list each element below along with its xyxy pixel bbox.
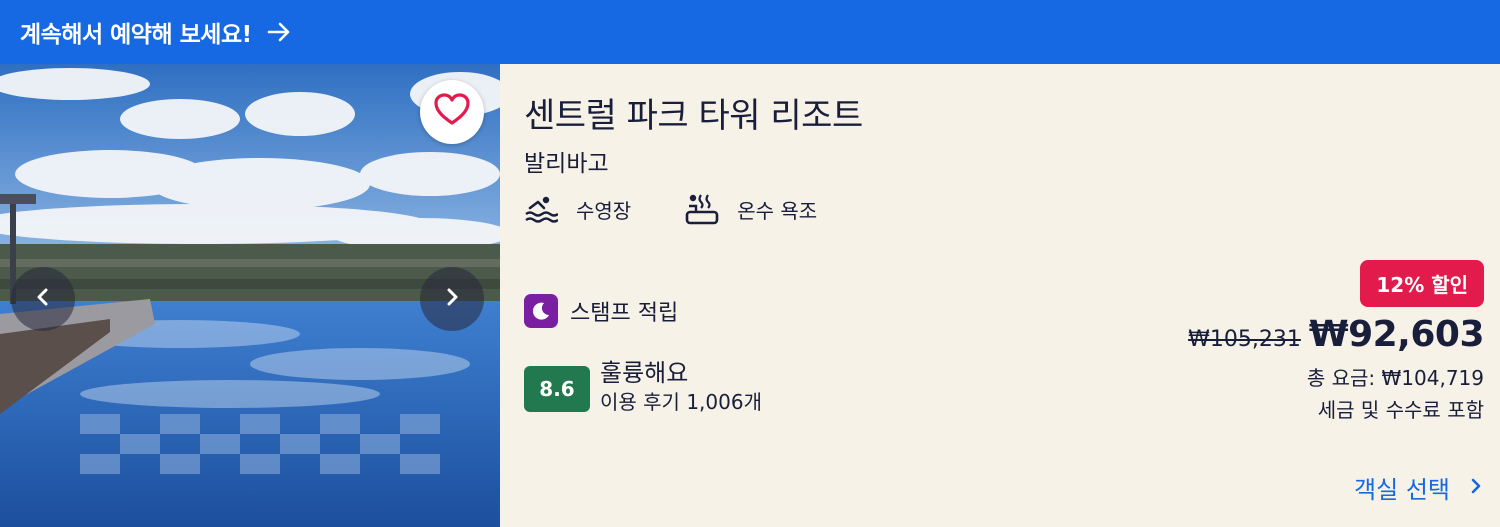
guest-rating: 8.6 훌륭해요 이용 후기 1,006개 [524,358,762,416]
arrow-right-icon [266,19,292,45]
previous-photo-button[interactable] [11,267,75,331]
amenity-label: 온수 욕조 [737,198,818,223]
discount-badge: 12% 할인 [1360,260,1484,307]
hotel-photo[interactable] [0,64,500,527]
price-row: ₩105,231 ₩92,603 [1188,314,1484,355]
stamp-label: 스탬프 적립 [570,301,679,326]
amenity-item: 온수 욕조 [685,192,817,226]
hotel-location: 발리바고 [524,151,609,177]
discounted-price: ₩92,603 [1308,314,1485,355]
pool-icon [524,192,558,226]
original-price: ₩105,231 [1188,327,1301,352]
stamp-reward: 스탬프 적립 [524,294,678,328]
hotel-info: 센트럴 파크 타워 리조트 발리바고 수영장 온수 욕조 스탬프 적립 8.6 … [500,64,1500,527]
chevron-right-icon [440,285,464,313]
moon-icon [524,294,558,328]
chevron-left-icon [31,285,55,313]
hotel-card[interactable]: 센트럴 파크 타워 리조트 발리바고 수영장 온수 욕조 스탬프 적립 8.6 … [0,64,1500,527]
hot-tub-icon [685,192,719,226]
tax-note: 세금 및 수수료 포함 [1317,398,1484,422]
continue-booking-banner[interactable]: 계속해서 예약해 보세요! [0,0,1500,64]
select-room-label: 객실 선택 [1354,476,1450,504]
favorite-button[interactable] [420,80,484,144]
review-count: 이용 후기 1,006개 [600,390,762,414]
heart-icon [432,90,472,134]
amenity-label: 수영장 [576,198,632,223]
next-photo-button[interactable] [420,267,484,331]
hotel-name[interactable]: 센트럴 파크 타워 리조트 [524,88,863,137]
amenity-item: 수영장 [524,192,631,226]
rating-word: 훌륭해요 [600,359,689,387]
rating-score-badge: 8.6 [524,366,590,412]
select-room-link[interactable]: 객실 선택 [1354,470,1484,505]
amenity-list: 수영장 온수 욕조 [524,192,871,226]
total-price: 총 요금: ₩104,719 [1306,366,1484,390]
banner-text: 계속해서 예약해 보세요! [20,22,252,48]
chevron-right-icon [1468,476,1484,500]
